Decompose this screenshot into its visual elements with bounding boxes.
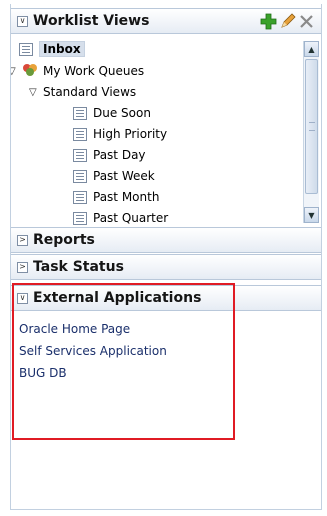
external-app-link[interactable]: Oracle Home Page xyxy=(19,322,130,336)
tree-item-my-work-queues[interactable]: ▽ My Work Queues xyxy=(11,61,144,81)
worklist-tree: Inbox ▽ My Work Queues ▽ Standard Views … xyxy=(11,37,321,227)
external-applications-header[interactable]: ∨ External Applications xyxy=(11,285,321,311)
scroll-up-icon[interactable]: ▲ xyxy=(304,41,319,57)
list-icon xyxy=(73,211,87,225)
view-label: Past Day xyxy=(93,148,146,162)
task-status-title: Task Status xyxy=(33,259,124,275)
worklist-views-title: Worklist Views xyxy=(33,13,150,29)
view-label: Past Week xyxy=(93,169,155,183)
list-icon xyxy=(19,42,33,56)
view-label: Past Quarter xyxy=(93,211,169,225)
worklist-views-header[interactable]: ∨ Worklist Views xyxy=(11,8,321,34)
external-app-link[interactable]: BUG DB xyxy=(19,366,67,380)
tree-item-view[interactable]: Past Week xyxy=(73,166,155,186)
reports-title: Reports xyxy=(33,232,95,248)
expand-toggle-icon[interactable]: > xyxy=(17,234,28,246)
add-view-icon[interactable] xyxy=(260,12,277,30)
list-icon xyxy=(73,127,87,141)
tree-scrollbar[interactable]: ▲ ▼ xyxy=(303,41,319,223)
expand-toggle-icon[interactable]: > xyxy=(17,261,28,273)
collapse-toggle-icon[interactable]: ∨ xyxy=(17,292,28,304)
navigation-panel: ∨ Worklist Views Inbox ▽ My Work Queues xyxy=(10,4,322,510)
collapse-toggle-icon[interactable]: ∨ xyxy=(17,15,28,27)
tree-item-view[interactable]: Past Day xyxy=(73,145,146,165)
expand-triangle-icon[interactable]: ▽ xyxy=(29,87,41,98)
task-status-header[interactable]: > Task Status xyxy=(11,254,321,280)
list-icon xyxy=(73,190,87,204)
view-label: Due Soon xyxy=(93,106,151,120)
scroll-down-icon[interactable]: ▼ xyxy=(304,207,319,223)
queue-icon xyxy=(22,63,38,80)
tree-item-standard-views[interactable]: ▽ Standard Views xyxy=(29,82,136,102)
external-applications-title: External Applications xyxy=(33,290,202,306)
scroll-thumb[interactable] xyxy=(305,59,318,194)
reports-header[interactable]: > Reports xyxy=(11,227,321,253)
view-label: High Priority xyxy=(93,127,168,141)
tree-item-inbox[interactable]: Inbox xyxy=(19,39,85,59)
view-label: Past Month xyxy=(93,190,160,204)
tree-item-view[interactable]: Past Month xyxy=(73,187,159,207)
tree-item-view[interactable]: Due Soon xyxy=(73,103,151,123)
list-icon xyxy=(73,169,87,183)
my-work-queues-label: My Work Queues xyxy=(43,64,145,78)
edit-view-icon[interactable] xyxy=(279,12,296,30)
delete-view-icon[interactable] xyxy=(298,12,315,30)
tree-item-view[interactable]: Past Quarter xyxy=(73,208,168,227)
list-icon xyxy=(73,148,87,162)
list-icon xyxy=(73,106,87,120)
tree-item-view[interactable]: High Priority xyxy=(73,124,167,144)
standard-views-label: Standard Views xyxy=(43,85,137,99)
external-app-link[interactable]: Self Services Application xyxy=(19,344,167,358)
worklist-views-actions xyxy=(260,12,315,30)
inbox-label: Inbox xyxy=(39,41,85,57)
expand-triangle-icon[interactable]: ▽ xyxy=(11,66,20,77)
